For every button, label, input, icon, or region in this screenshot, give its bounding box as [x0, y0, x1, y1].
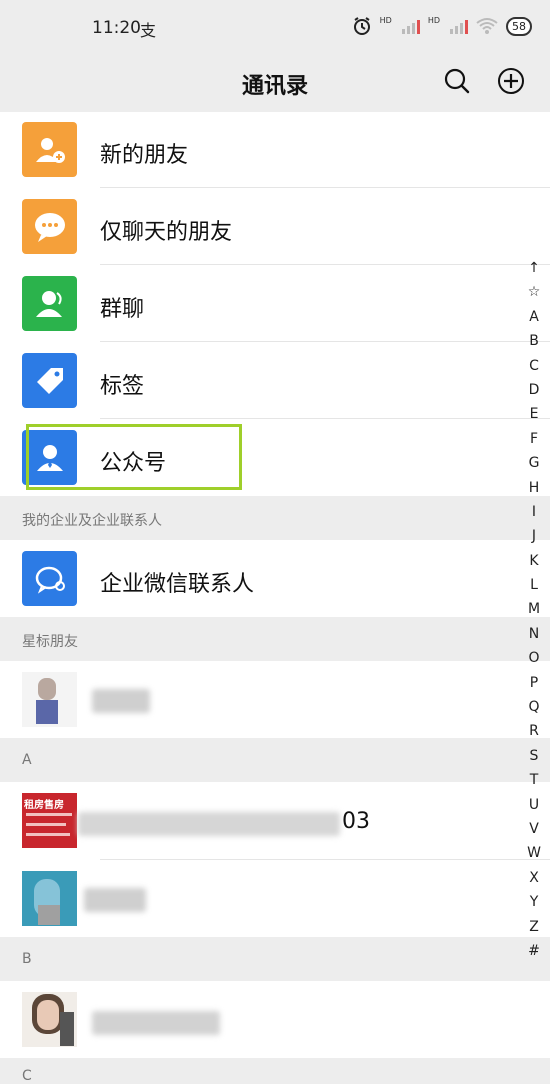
- contact-row[interactable]: [0, 981, 550, 1058]
- section-header-label: 我的企业及企业联系人: [22, 513, 162, 529]
- alphabet-index-item[interactable]: A: [522, 305, 546, 329]
- add-icon[interactable]: [497, 67, 525, 95]
- alphabet-index-item[interactable]: H: [522, 476, 546, 500]
- alarm-icon: [353, 17, 370, 35]
- alphabet-index-item[interactable]: D: [522, 378, 546, 402]
- alphabet-index-item[interactable]: B: [522, 329, 546, 353]
- alphabet-index-item[interactable]: T: [522, 768, 546, 792]
- section-header-b: B: [0, 937, 550, 981]
- alphabet-index-item[interactable]: Y: [522, 890, 546, 914]
- alphabet-index-item[interactable]: X: [522, 866, 546, 890]
- signal-icon: [401, 18, 420, 34]
- alphabet-index-item[interactable]: ↑: [522, 256, 546, 280]
- menu-tags[interactable]: 标签: [0, 342, 550, 419]
- menu-new-friends[interactable]: 新的朋友: [0, 112, 550, 188]
- section-header-label: A: [22, 752, 32, 768]
- alphabet-index-item[interactable]: J: [522, 524, 546, 548]
- search-icon[interactable]: [444, 68, 470, 94]
- alipay-status-icon: 支: [140, 21, 157, 40]
- alphabet-index-item[interactable]: N: [522, 622, 546, 646]
- hd-icon-2: HD: [427, 15, 440, 25]
- status-time: 11:20: [92, 18, 141, 38]
- alphabet-index-item[interactable]: Z: [522, 915, 546, 939]
- contact-row[interactable]: [0, 661, 550, 738]
- contact-avatar: [22, 871, 77, 926]
- contact-avatar: [22, 672, 77, 727]
- alphabet-index-item[interactable]: K: [522, 549, 546, 573]
- contact-name-blurred: [84, 888, 146, 912]
- top-bar: 通讯录: [0, 58, 550, 112]
- alphabet-index-item[interactable]: R: [522, 719, 546, 743]
- contact-name-blurred: [92, 689, 150, 713]
- contact-avatar: [22, 992, 77, 1047]
- alphabet-index-item[interactable]: U: [522, 793, 546, 817]
- section-header-a: A: [0, 738, 550, 782]
- wifi-icon: [476, 18, 498, 34]
- contact-row[interactable]: [0, 860, 550, 937]
- section-header-label: B: [22, 951, 32, 967]
- highlight-box: [26, 424, 242, 490]
- alphabet-index[interactable]: ↑ ☆ A B C D E F G H I J K L M N O P Q R S T U V W X Y Z #: [522, 256, 546, 963]
- contact-name-blurred: [92, 1011, 220, 1035]
- group-chat-icon: [22, 276, 77, 331]
- menu-label: 群聊: [100, 297, 145, 322]
- alphabet-index-item[interactable]: V: [522, 817, 546, 841]
- alphabet-index-item[interactable]: L: [522, 573, 546, 597]
- alphabet-index-item[interactable]: I: [522, 500, 546, 524]
- signal-icon-2: [450, 18, 468, 34]
- alphabet-index-item[interactable]: ☆: [522, 280, 546, 304]
- alphabet-index-item[interactable]: C: [522, 354, 546, 378]
- alphabet-index-item[interactable]: M: [522, 597, 546, 621]
- enterprise-wechat-icon: [22, 551, 77, 606]
- menu-chat-only-friends[interactable]: 仅聊天的朋友: [0, 188, 550, 265]
- contact-name-suffix: 03: [342, 809, 370, 834]
- alphabet-index-item[interactable]: Q: [522, 695, 546, 719]
- alphabet-index-item[interactable]: W: [522, 841, 546, 865]
- alphabet-index-item[interactable]: S: [522, 744, 546, 768]
- alphabet-index-item[interactable]: G: [522, 451, 546, 475]
- alphabet-index-item[interactable]: P: [522, 671, 546, 695]
- section-header-starred: 星标朋友: [0, 617, 550, 661]
- section-header-label: C: [22, 1068, 32, 1084]
- menu-label: 新的朋友: [100, 143, 189, 168]
- hd-icon: HD: [379, 15, 392, 25]
- alphabet-index-item[interactable]: O: [522, 646, 546, 670]
- menu-label: 仅聊天的朋友: [100, 220, 233, 245]
- menu-label: 企业微信联系人: [100, 572, 255, 597]
- menu-label: 标签: [100, 374, 145, 399]
- section-header-enterprise: 我的企业及企业联系人: [0, 496, 550, 540]
- battery-indicator: 58: [506, 16, 532, 36]
- alphabet-index-item[interactable]: #: [522, 939, 546, 963]
- status-bar: 11:20 支 HD HD 58: [0, 0, 550, 58]
- menu-group-chats[interactable]: 群聊: [0, 265, 550, 342]
- contact-row[interactable]: 租房售房 03: [0, 782, 550, 860]
- alphabet-index-item[interactable]: E: [522, 402, 546, 426]
- contact-avatar: 租房售房: [22, 793, 77, 848]
- section-header-c: C: [0, 1058, 550, 1084]
- chat-only-icon: [22, 199, 77, 254]
- section-header-label: 星标朋友: [22, 634, 78, 650]
- contact-name-blurred: [78, 812, 340, 836]
- tag-icon: [22, 353, 77, 408]
- alphabet-index-item[interactable]: F: [522, 427, 546, 451]
- new-friend-icon: [22, 122, 77, 177]
- menu-enterprise-contacts[interactable]: 企业微信联系人: [0, 540, 550, 617]
